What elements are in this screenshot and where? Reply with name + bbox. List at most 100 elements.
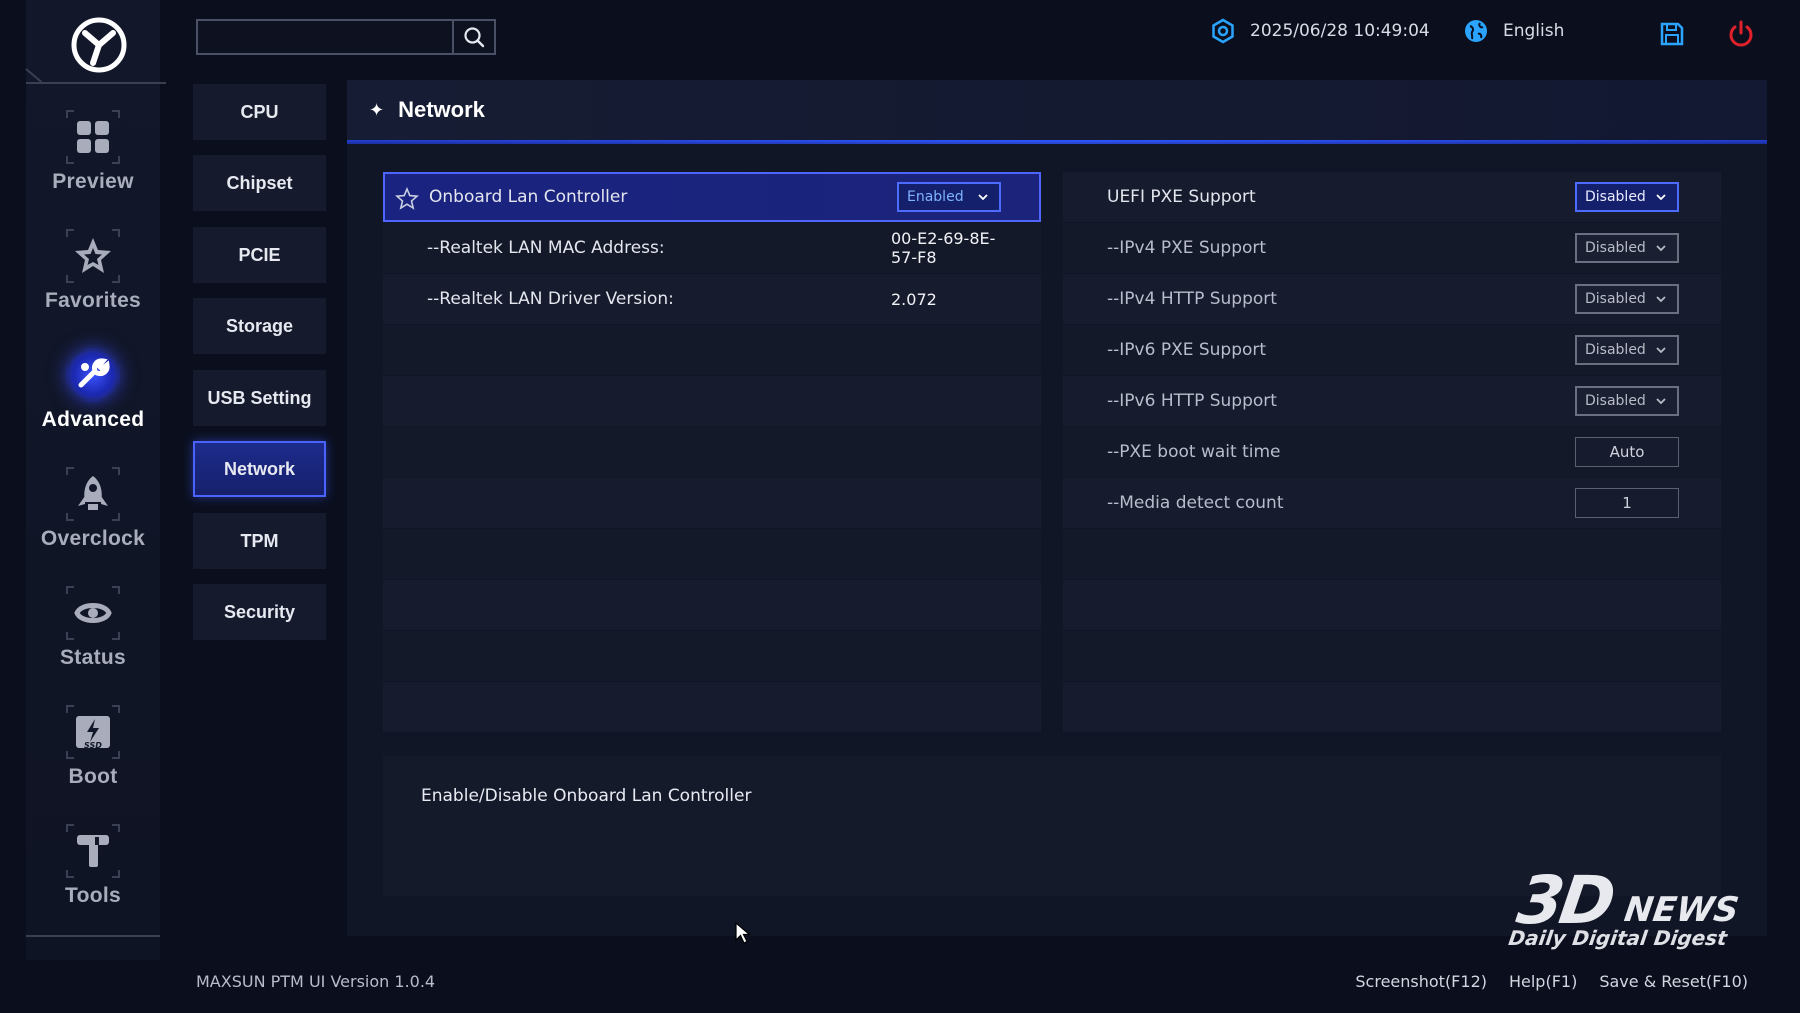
chevron-down-icon	[1656, 347, 1666, 354]
search-icon	[464, 27, 485, 48]
section-header: ✦ Network	[347, 80, 1767, 142]
nav-item-favorites[interactable]: Favorites	[26, 229, 160, 329]
help-link[interactable]: Help(F1)	[1509, 972, 1577, 991]
submenu-item-network[interactable]: Network	[193, 441, 326, 497]
page-title: Network	[398, 97, 485, 122]
rail-divider-bottom	[26, 935, 160, 937]
wrench-icon	[66, 348, 120, 402]
language-text: English	[1503, 21, 1565, 41]
ipv6-http-dropdown[interactable]: Disabled	[1575, 386, 1679, 416]
chevron-down-icon	[1656, 296, 1666, 303]
ssd-icon: SSD	[66, 705, 120, 759]
empty-row	[383, 427, 1041, 477]
dropdown-value: Disabled	[1585, 342, 1646, 358]
maxsun-logo	[60, 10, 138, 80]
gauge-icon	[66, 586, 120, 640]
setting-label: UEFI PXE Support	[1107, 187, 1256, 207]
setting-row-onboard-lan[interactable]: Onboard Lan Controller Enabled	[383, 172, 1041, 222]
empty-row	[383, 376, 1041, 426]
ipv6-pxe-dropdown[interactable]: Disabled	[1575, 335, 1679, 365]
setting-label: Onboard Lan Controller	[429, 187, 628, 207]
screenshot-link[interactable]: Screenshot(F12)	[1355, 972, 1487, 991]
setting-label: --IPv6 PXE Support	[1107, 340, 1267, 360]
tools-icon	[66, 824, 120, 878]
empty-row	[383, 325, 1041, 375]
setting-label: --IPv6 HTTP Support	[1107, 391, 1277, 411]
nav-label: Boot	[68, 765, 118, 788]
chevron-down-icon	[978, 194, 988, 201]
help-text: Enable/Disable Onboard Lan Controller	[421, 786, 752, 806]
mac-line-2: 57-F8	[891, 248, 937, 267]
empty-row	[383, 682, 1041, 732]
setting-label: --Realtek LAN Driver Version:	[427, 289, 674, 309]
media-detect-count-input[interactable]: 1	[1575, 488, 1679, 518]
power-button[interactable]	[1723, 16, 1759, 52]
onboard-lan-dropdown[interactable]: Enabled	[897, 182, 1001, 212]
search-input[interactable]	[198, 21, 454, 53]
uefi-pxe-dropdown[interactable]: Disabled	[1575, 182, 1679, 212]
nav-label: Advanced	[41, 408, 145, 431]
nav-item-preview[interactable]: Preview	[26, 110, 160, 210]
nav-item-overclock[interactable]: Overclock	[26, 467, 160, 567]
watermark-news: NEWS	[1621, 890, 1742, 930]
chevron-down-icon	[1656, 398, 1666, 405]
setting-label: --IPv4 HTTP Support	[1107, 289, 1277, 309]
dropdown-value: Disabled	[1585, 291, 1646, 307]
setting-label: --IPv4 PXE Support	[1107, 238, 1267, 258]
submenu-item-tpm[interactable]: TPM	[193, 513, 326, 569]
setting-row-driver-version: --Realtek LAN Driver Version: 2.072	[383, 274, 1041, 324]
clock-settings-icon	[1212, 18, 1234, 44]
save-reset-link[interactable]: Save & Reset(F10)	[1599, 972, 1748, 991]
submenu-item-storage[interactable]: Storage	[193, 298, 326, 354]
setting-row-ipv6-pxe[interactable]: --IPv6 PXE Support Disabled	[1063, 325, 1721, 375]
setting-row-media-detect-count[interactable]: --Media detect count 1	[1063, 478, 1721, 528]
empty-row	[1063, 580, 1721, 630]
header-underline	[347, 140, 1767, 144]
rocket-icon	[66, 467, 120, 521]
bullet-icon: ✦	[369, 99, 385, 121]
save-button[interactable]	[1654, 16, 1690, 52]
ipv4-http-dropdown[interactable]: Disabled	[1575, 284, 1679, 314]
nav-item-status[interactable]: Status	[26, 586, 160, 686]
chevron-down-icon	[1656, 194, 1666, 201]
submenu-item-usb-setting[interactable]: USB Setting	[193, 370, 326, 426]
mouse-cursor-icon	[735, 922, 752, 944]
power-icon	[1729, 20, 1753, 47]
nav-item-boot[interactable]: SSD Boot	[26, 705, 160, 805]
setting-row-ipv6-http[interactable]: --IPv6 HTTP Support Disabled	[1063, 376, 1721, 426]
setting-label: --PXE boot wait time	[1107, 442, 1281, 462]
submenu-item-chipset[interactable]: Chipset	[193, 155, 326, 211]
setting-row-mac-address: --Realtek LAN MAC Address: 00-E2-69-8E- …	[383, 223, 1041, 273]
language-selector[interactable]: English	[1463, 18, 1564, 44]
nav-item-tools[interactable]: Tools	[26, 824, 160, 924]
nav-label: Tools	[65, 884, 121, 907]
setting-row-pxe-wait-time[interactable]: --PXE boot wait time Auto	[1063, 427, 1721, 477]
empty-row	[383, 529, 1041, 579]
footer-shortcuts: Screenshot(F12) Help(F1) Save & Reset(F1…	[1355, 972, 1748, 991]
watermark-subtitle: Daily Digital Digest	[1507, 926, 1729, 950]
submenu-item-pcie[interactable]: PCIE	[193, 227, 326, 283]
setting-label: --Media detect count	[1107, 493, 1284, 513]
favorite-star-icon[interactable]	[395, 187, 419, 211]
submenu-item-security[interactable]: Security	[193, 584, 326, 640]
grid-icon	[66, 110, 120, 164]
ipv4-pxe-dropdown[interactable]: Disabled	[1575, 233, 1679, 263]
datetime-text: 2025/06/28 10:49:04	[1250, 21, 1430, 41]
star-icon	[66, 229, 120, 283]
3dnews-watermark: 3D NEWS Daily Digital Digest	[1498, 858, 1782, 958]
pxe-wait-time-input[interactable]: Auto	[1575, 437, 1679, 467]
setting-row-uefi-pxe[interactable]: UEFI PXE Support Disabled	[1063, 172, 1721, 222]
dropdown-value: Enabled	[907, 189, 964, 205]
driver-version-value: 2.072	[891, 289, 937, 309]
empty-row	[383, 478, 1041, 528]
setting-row-ipv4-pxe[interactable]: --IPv4 PXE Support Disabled	[1063, 223, 1721, 273]
setting-label: --Realtek LAN MAC Address:	[427, 238, 665, 258]
ui-version: MAXSUN PTM UI Version 1.0.4	[196, 972, 436, 991]
rail-divider-top	[26, 82, 166, 84]
svg-text:SSD: SSD	[84, 741, 102, 750]
search-button[interactable]	[452, 21, 494, 53]
setting-row-ipv4-http[interactable]: --IPv4 HTTP Support Disabled	[1063, 274, 1721, 324]
nav-item-advanced[interactable]: Advanced	[26, 348, 160, 448]
nav-label: Status	[60, 646, 126, 669]
submenu-item-cpu[interactable]: CPU	[193, 84, 326, 140]
